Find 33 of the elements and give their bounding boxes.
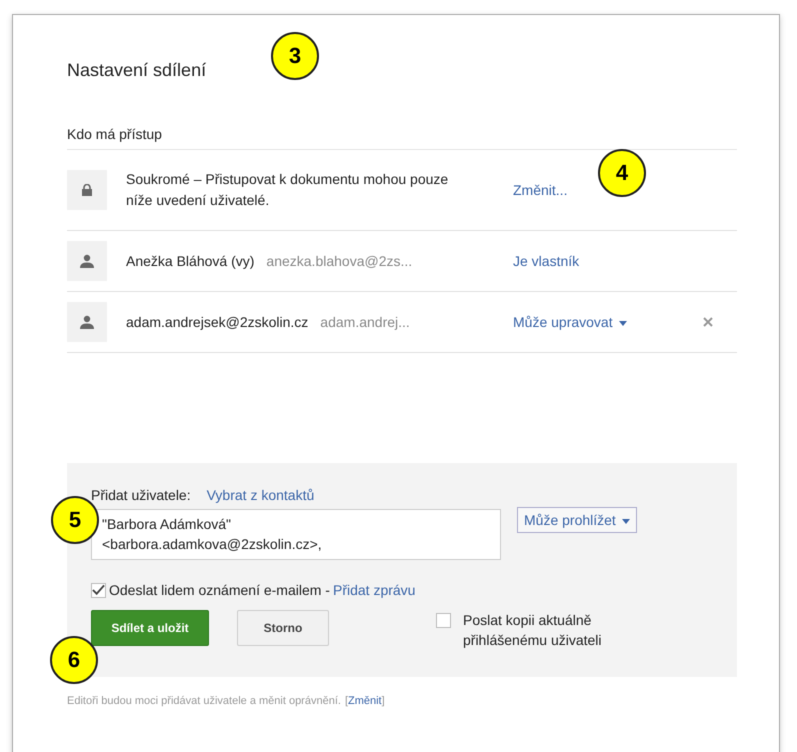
visibility-description: Soukromé – Přistupovat k dokumentu mohou pouze níže uvedení uživatelé. [126,170,450,210]
person-icon [80,254,94,268]
send-copy-label: Poslat kopii aktuálně přihlášenému uživateli [463,611,603,650]
bracket-text: ] [382,695,385,707]
callout-marker: 3 [271,32,319,80]
permission-dropdown[interactable]: Může prohlížet [517,507,637,533]
remove-icon[interactable] [703,317,713,327]
dialog-title: Nastavení sdílení [67,60,206,81]
caret-icon [622,518,630,524]
callout-marker: 4 [598,149,646,197]
lock-icon [82,184,92,196]
permission-link[interactable]: Je vlastník [513,253,580,269]
share-save-button[interactable]: Sdílet a uložit [91,610,209,646]
cancel-button[interactable]: Storno [237,610,329,646]
contacts-link[interactable]: Vybrat z kontaktů [206,487,314,503]
add-message-link[interactable]: Přidat zprávu [332,582,416,598]
person-name: adam.andrejsek@2zskolin.cz [126,314,308,330]
footer-note: Editoři budou moci přidávat uživatele a měnit oprávnění. [67,695,341,707]
notify-label: Odeslat lidem oznámení e-mailem - [109,582,330,598]
notify-checkbox[interactable] [91,582,106,598]
person-email: adam.andrej... [320,314,410,330]
permission-link[interactable]: Může upravovat [513,314,627,330]
person-email: anezka.blahova@2zs... [266,253,412,269]
send-copy-checkbox[interactable] [436,613,451,628]
section-heading: Kdo má přístup [67,126,162,142]
bracket-text: [ [344,695,348,707]
permission-link[interactable]: Změnit... [513,182,568,198]
callout-marker: 6 [50,636,98,684]
people-input-field[interactable]: "Barbora Adámková" <barbora.adamkova@2zskolin.cz>, [91,509,501,560]
person-name: Anežka Bláhová (vy) [126,253,254,269]
caret-icon [618,320,627,326]
person-icon [80,315,94,329]
change-link[interactable]: Změnit [348,695,382,707]
